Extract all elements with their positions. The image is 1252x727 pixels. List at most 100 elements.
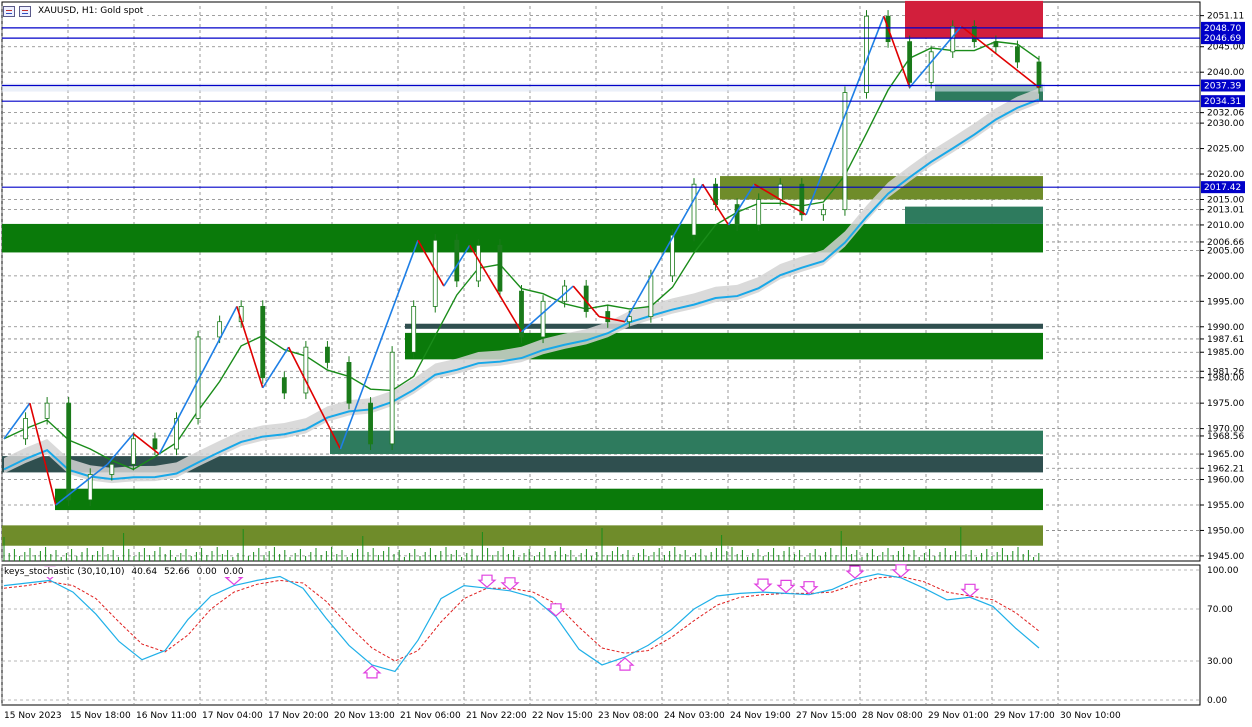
candle-body bbox=[325, 346, 330, 363]
indicator-name: keys_stochastic (30,10,10) bbox=[4, 567, 125, 577]
chart-properties-icon[interactable] bbox=[19, 5, 31, 17]
candle-body bbox=[497, 244, 503, 292]
time-axis-label: 29 Nov 01:00 bbox=[928, 711, 989, 721]
price-axis-label: 1987.61 bbox=[1207, 335, 1244, 345]
price-axis-label: 2025.00 bbox=[1207, 145, 1244, 155]
candle-body bbox=[66, 402, 72, 501]
time-axis-label: 27 Nov 15:00 bbox=[796, 711, 857, 721]
candle-body bbox=[605, 311, 611, 323]
price-axis-label: 2015.00 bbox=[1207, 195, 1244, 205]
price-axis-label: 1980.00 bbox=[1207, 374, 1244, 384]
price-axis-label: 2020.00 bbox=[1207, 170, 1244, 180]
price-axis-label: 1968.56 bbox=[1207, 432, 1244, 442]
time-axis-label: 23 Nov 08:00 bbox=[598, 711, 659, 721]
candle-body bbox=[23, 418, 28, 440]
price-chart[interactable]: 15 Nov 2023 15 Nov 18:00 16 Nov 11:00 17 No… bbox=[0, 0, 1252, 723]
time-axis-label: 15 Nov 2023 bbox=[4, 711, 62, 721]
price-axis-label: 2045.00 bbox=[1207, 43, 1244, 53]
price-axis-label: 2051.11 bbox=[1207, 12, 1244, 22]
price-zone bbox=[905, 206, 1043, 224]
time-axis-label: 22 Nov 15:00 bbox=[532, 711, 593, 721]
time-axis-label: 28 Nov 08:00 bbox=[862, 711, 923, 721]
time-axis-label: 21 Nov 06:00 bbox=[400, 711, 461, 721]
time-axis-label: 24 Nov 03:00 bbox=[664, 711, 725, 721]
candle-body bbox=[152, 438, 158, 450]
chart-window-title-bar: XAUUSD, H1: Gold spot bbox=[3, 3, 148, 19]
candle-body bbox=[303, 346, 309, 394]
price-axis-label: 2005.00 bbox=[1207, 246, 1244, 256]
price-axis-label: 1950.00 bbox=[1207, 526, 1244, 536]
stochastic-panel-frame bbox=[1, 564, 1201, 706]
price-axis-label: 1975.00 bbox=[1207, 399, 1244, 409]
candle-body bbox=[368, 402, 373, 445]
candle-body bbox=[993, 41, 999, 48]
candle-body bbox=[454, 239, 460, 282]
price-axis-label: 2040.00 bbox=[1207, 68, 1244, 78]
price-zone bbox=[2, 223, 1043, 253]
candle-body bbox=[756, 199, 762, 226]
stochastic-axis-label: 0.00 bbox=[1207, 696, 1227, 706]
candle-body bbox=[44, 402, 50, 419]
indicator-value-3: 0.00 bbox=[196, 567, 217, 577]
indicator-value-1: 40.64 bbox=[131, 567, 158, 577]
time-axis-label: 29 Nov 17:00 bbox=[994, 711, 1055, 721]
price-zone bbox=[55, 488, 1043, 511]
price-axis-label: 1955.00 bbox=[1207, 501, 1244, 511]
candle-body bbox=[540, 300, 546, 338]
candle-body bbox=[971, 25, 977, 43]
candle-body bbox=[1036, 61, 1042, 88]
chart-symbol-title: XAUUSD, H1: Gold spot bbox=[38, 6, 144, 16]
chart-terminal[interactable]: 15 Nov 2023 15 Nov 18:00 16 Nov 11:00 17 No… bbox=[0, 0, 1252, 723]
stochastic-axis-label: 70.00 bbox=[1207, 605, 1233, 615]
price-axis-label: 1990.00 bbox=[1207, 323, 1244, 333]
candle-body bbox=[777, 183, 783, 200]
candle-body bbox=[109, 463, 115, 475]
price-axis-label: 1960.00 bbox=[1207, 476, 1244, 486]
price-axis-label: 2000.00 bbox=[1207, 272, 1244, 282]
candle-body bbox=[281, 377, 287, 394]
price-axis-label: 1965.00 bbox=[1207, 450, 1244, 460]
candle-body bbox=[648, 275, 654, 317]
price-zone bbox=[405, 323, 1043, 329]
candle-body bbox=[217, 321, 223, 338]
price-axis-label: 1945.00 bbox=[1207, 552, 1244, 562]
stochastic-axis-label: 100.00 bbox=[1207, 566, 1239, 576]
price-level-label: 2017.42 bbox=[1204, 183, 1241, 193]
price-axis-label: 2013.01 bbox=[1207, 206, 1244, 216]
price-axis-label: 1962.21 bbox=[1207, 464, 1244, 474]
time-axis-label: 21 Nov 22:00 bbox=[466, 711, 527, 721]
time-axis-label: 24 Nov 19:00 bbox=[730, 711, 791, 721]
price-level-label: 2034.31 bbox=[1204, 97, 1241, 107]
candle-body bbox=[691, 183, 697, 236]
time-axis-label: 20 Nov 13:00 bbox=[334, 711, 395, 721]
candle-body bbox=[820, 209, 826, 216]
price-axis-label: 2032.06 bbox=[1207, 109, 1244, 119]
candle-body bbox=[389, 351, 395, 445]
candle-body bbox=[799, 183, 805, 216]
price-zone bbox=[2, 525, 1043, 546]
candle-body bbox=[260, 306, 266, 379]
price-level-label: 2046.69 bbox=[1204, 34, 1241, 44]
price-axis-label: 1985.00 bbox=[1207, 348, 1244, 358]
indicator-label: keys_stochastic (30,10,10) 40.64 52.66 0… bbox=[4, 567, 251, 577]
candle-body bbox=[346, 362, 352, 404]
time-axis-label: 15 Nov 18:00 bbox=[70, 711, 131, 721]
candle-body bbox=[1015, 46, 1020, 63]
time-axis-label: 17 Nov 04:00 bbox=[202, 711, 263, 721]
time-axis-label: 17 Nov 20:00 bbox=[268, 711, 329, 721]
indicator-value-2: 52.66 bbox=[163, 567, 190, 577]
time-axis-label: 30 Nov 10:00 bbox=[1060, 711, 1121, 721]
indicator-value-4: 0.00 bbox=[223, 567, 244, 577]
price-level-label: 2037.39 bbox=[1204, 81, 1241, 91]
price-axis-label: 2010.00 bbox=[1207, 221, 1244, 231]
price-axis-label: 1995.00 bbox=[1207, 297, 1244, 307]
candle-body bbox=[130, 438, 136, 465]
chart-menu-icon[interactable] bbox=[3, 5, 15, 17]
price-zone bbox=[330, 430, 1043, 455]
candle-body bbox=[411, 306, 417, 353]
stochastic-axis-label: 30.00 bbox=[1207, 657, 1233, 667]
candle-body bbox=[928, 51, 934, 83]
price-axis-label: 2030.00 bbox=[1207, 119, 1244, 129]
time-axis-label: 16 Nov 11:00 bbox=[136, 711, 197, 721]
candle-body bbox=[907, 41, 913, 83]
